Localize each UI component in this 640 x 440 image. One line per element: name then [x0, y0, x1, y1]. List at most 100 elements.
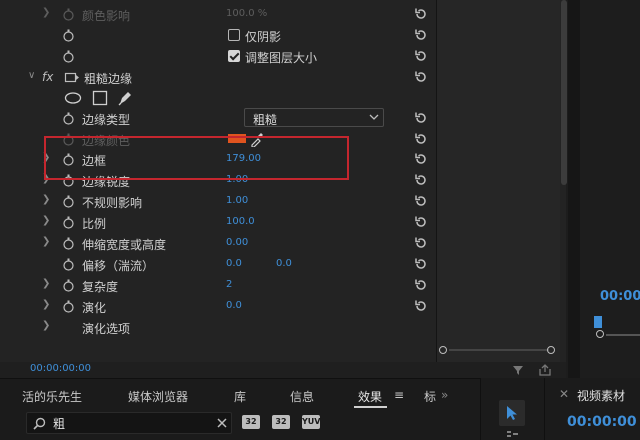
- reset-icon[interactable]: [414, 257, 428, 271]
- panel-collapse-icon[interactable]: ✕: [559, 387, 569, 401]
- prop-value[interactable]: 100.0: [226, 216, 255, 227]
- timecode[interactable]: 00:00:00:00: [30, 363, 91, 374]
- prop-label: 演化: [82, 301, 107, 315]
- edge-type-dropdown[interactable]: 粗糙: [244, 108, 384, 127]
- reset-icon[interactable]: [414, 132, 428, 146]
- prop-row-irregular-influence: ❯ 不规则影响 1.00: [20, 191, 434, 212]
- scroll-handle-right[interactable]: [547, 346, 555, 354]
- expand-chevron-icon[interactable]: ❯: [42, 194, 50, 205]
- program-monitor-panel: 00:00: [580, 0, 640, 378]
- checkbox-label: 调整图层大小: [245, 51, 318, 65]
- prop-value[interactable]: 0.00: [226, 237, 248, 248]
- prop-row-shadow-only: 仅阴影: [20, 25, 434, 46]
- reset-icon[interactable]: [414, 152, 428, 166]
- expand-chevron-icon[interactable]: ❯: [42, 236, 50, 247]
- effect-header-roughen-edges[interactable]: ∨ fx 粗糙边缘: [20, 67, 434, 88]
- reset-icon[interactable]: [414, 49, 428, 63]
- bottom-panel-tabs: 活的乐先生 媒体浏览器 库 信息 效果 ≡ 标 »: [0, 378, 480, 408]
- tab-markers[interactable]: 标: [424, 388, 436, 405]
- panel-divider[interactable]: [568, 0, 580, 378]
- prop-label: 边缘类型: [82, 113, 131, 127]
- expand-chevron-icon[interactable]: ❯: [42, 320, 50, 331]
- reset-icon[interactable]: [414, 194, 428, 208]
- stopwatch-icon[interactable]: [62, 195, 75, 208]
- source-panel: ✕ 视频素材 00:00:00: [544, 378, 640, 440]
- stopwatch-icon[interactable]: [62, 216, 75, 229]
- effects-search-field[interactable]: 粗: [26, 412, 232, 434]
- tab-info[interactable]: 信息: [290, 388, 314, 405]
- prop-value[interactable]: 0.0: [226, 300, 242, 311]
- accelerated-effects-filter[interactable]: 32: [242, 415, 260, 429]
- reset-icon[interactable]: [414, 215, 428, 229]
- expand-chevron-icon[interactable]: ❯: [42, 278, 50, 289]
- tab-library[interactable]: 库: [234, 388, 246, 405]
- zoom-track[interactable]: [606, 334, 640, 336]
- prop-label: 伸缩宽度或高度: [82, 238, 167, 252]
- source-timecode[interactable]: 00:00:00: [567, 414, 637, 430]
- reset-icon[interactable]: [414, 7, 428, 21]
- tab-media-browser[interactable]: 媒体浏览器: [128, 388, 188, 405]
- prop-value[interactable]: 1.00: [226, 195, 248, 206]
- search-input[interactable]: 粗: [53, 415, 65, 432]
- expand-chevron-icon[interactable]: ❯: [42, 215, 50, 226]
- stopwatch-icon[interactable]: [62, 279, 75, 292]
- mask-tools-row: [20, 88, 434, 109]
- tab-effects[interactable]: 效果: [358, 388, 382, 405]
- fx-badge[interactable]: fx: [42, 70, 53, 84]
- prop-row-resize-layer: 调整图层大小: [20, 46, 434, 67]
- resize-layer-checkbox[interactable]: [228, 50, 240, 62]
- export-icon[interactable]: [538, 364, 552, 376]
- effect-controls-footer: 00:00:00:00: [0, 362, 566, 378]
- stopwatch-icon[interactable]: [62, 29, 75, 42]
- prop-row-evolution-options: ❯ 演化选项: [20, 317, 434, 338]
- selection-tool[interactable]: [499, 400, 525, 426]
- prop-row-offset-turbulence: 偏移（湍流） 0.0 0.0: [20, 254, 434, 275]
- close-icon[interactable]: [217, 418, 227, 428]
- ellipse-mask-icon[interactable]: [64, 91, 82, 105]
- checkbox-label: 仅阴影: [245, 30, 282, 44]
- collapse-chevron-icon[interactable]: ∨: [28, 70, 35, 81]
- expand-chevron-icon[interactable]: ❯: [42, 299, 50, 310]
- stopwatch-icon[interactable]: [62, 300, 75, 313]
- tab-project[interactable]: 活的乐先生: [22, 388, 82, 405]
- keyframe-timeline: [436, 0, 560, 362]
- tab-video-footage[interactable]: 视频素材: [577, 387, 625, 404]
- stopwatch-icon[interactable]: [62, 258, 75, 271]
- stopwatch-icon[interactable]: [62, 50, 75, 63]
- offset-x-value[interactable]: 0.0: [226, 258, 242, 269]
- vertical-scrollbar[interactable]: [561, 0, 567, 185]
- reset-icon[interactable]: [414, 70, 428, 84]
- prop-label: 颜色影响: [82, 9, 131, 23]
- yuv-effects-filter[interactable]: YUV: [302, 415, 320, 429]
- arrow-cursor-icon: [507, 406, 517, 420]
- timeline-zoom-bar[interactable]: [449, 349, 549, 351]
- program-timecode[interactable]: 00:00: [600, 289, 640, 304]
- playhead-icon[interactable]: [594, 316, 602, 328]
- reset-icon[interactable]: [414, 173, 428, 187]
- track-select-icon[interactable]: [505, 430, 519, 440]
- prop-row-evolution: ❯ 演化 0.0: [20, 296, 434, 317]
- more-tabs-icon[interactable]: »: [441, 388, 448, 402]
- zoom-handle[interactable]: [596, 330, 604, 338]
- reset-icon[interactable]: [414, 236, 428, 250]
- expand-chevron-icon[interactable]: ❯: [42, 7, 50, 18]
- effects-search-row: 粗 32 32 YUV: [0, 408, 480, 440]
- pen-mask-icon[interactable]: [117, 89, 133, 107]
- stopwatch-icon[interactable]: [62, 112, 75, 125]
- prop-row-edge-type: 边缘类型 粗糙: [20, 108, 434, 129]
- 32bit-effects-filter[interactable]: 32: [272, 415, 290, 429]
- filter-icon[interactable]: [512, 364, 524, 376]
- menu-icon[interactable]: ≡: [394, 388, 404, 402]
- offset-y-value[interactable]: 0.0: [276, 258, 292, 269]
- scroll-handle-left[interactable]: [439, 346, 447, 354]
- prop-value[interactable]: 100.0 %: [226, 8, 267, 19]
- shadow-only-checkbox[interactable]: [228, 29, 240, 41]
- reset-icon[interactable]: [414, 28, 428, 42]
- reset-icon[interactable]: [414, 278, 428, 292]
- reset-icon[interactable]: [414, 299, 428, 313]
- stopwatch-icon[interactable]: [62, 8, 75, 21]
- reset-icon[interactable]: [414, 111, 428, 125]
- stopwatch-icon[interactable]: [62, 237, 75, 250]
- rectangle-mask-icon[interactable]: [92, 90, 108, 106]
- prop-value[interactable]: 2: [226, 279, 232, 290]
